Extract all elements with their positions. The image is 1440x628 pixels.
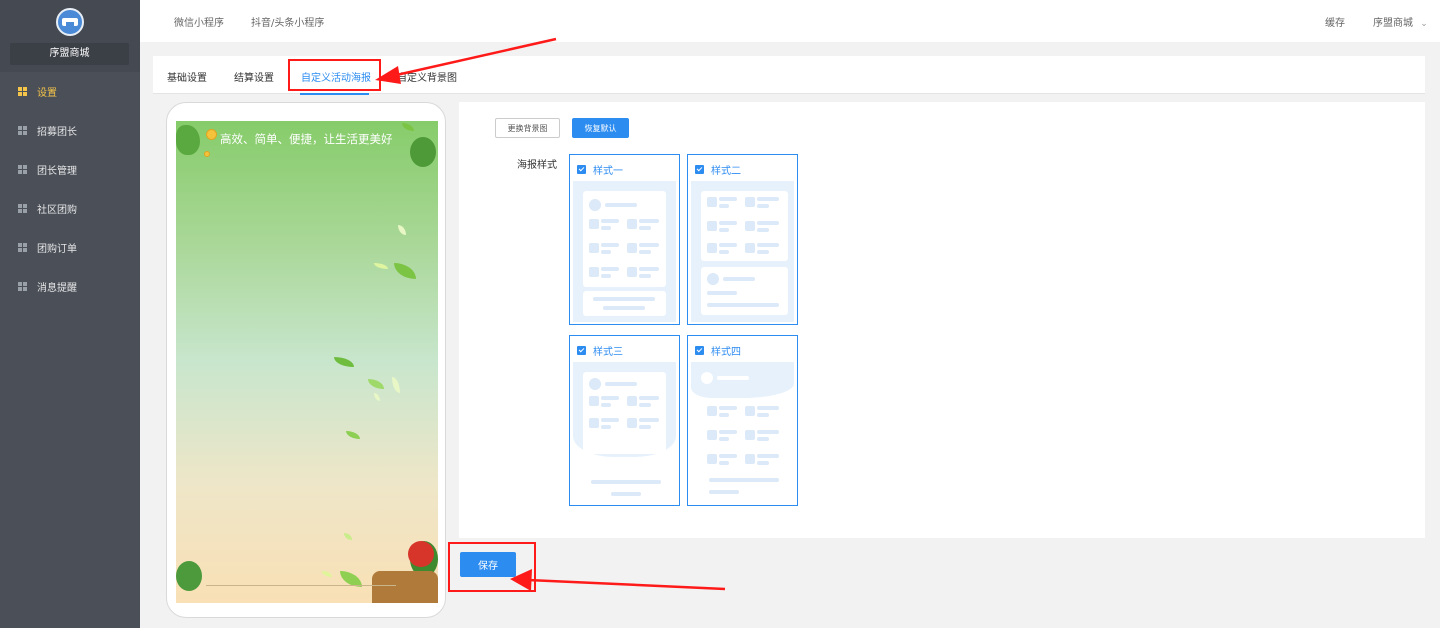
store-name: 序盟商城 bbox=[1373, 18, 1413, 29]
change-background-button[interactable]: 更换背景图 bbox=[495, 118, 560, 138]
coin-icon bbox=[204, 151, 210, 157]
poster-style-option-4[interactable]: 样式四 bbox=[687, 335, 798, 506]
leaf-icon bbox=[394, 263, 416, 279]
store-switcher[interactable]: 序盟商城 ⌄ bbox=[1373, 14, 1428, 29]
sidebar-item-community-group-buy[interactable]: 社区团购 bbox=[0, 189, 140, 228]
restore-default-button[interactable]: 恢复默认 bbox=[572, 118, 629, 138]
poster-style-option-3[interactable]: 样式三 bbox=[569, 335, 680, 506]
grid-icon bbox=[18, 126, 27, 135]
thumb-card bbox=[583, 372, 666, 454]
leaf-icon bbox=[374, 263, 388, 269]
top-bar: 微信小程序 抖音/头条小程序 缓存 序盟商城 ⌄ bbox=[140, 0, 1440, 42]
style-option-label: 样式二 bbox=[711, 166, 741, 177]
leaf-icon bbox=[374, 393, 380, 401]
basket-icon bbox=[372, 571, 438, 603]
style-option-label: 样式一 bbox=[593, 166, 623, 177]
style-thumbnail bbox=[573, 362, 676, 503]
grid-icon bbox=[18, 243, 27, 252]
sidebar-item-label: 设置 bbox=[37, 88, 57, 99]
sidebar-item-settings[interactable]: 设置 bbox=[0, 72, 140, 111]
sidebar-item-label: 团长管理 bbox=[37, 166, 77, 177]
tab-settlement-settings[interactable]: 结算设置 bbox=[234, 69, 274, 84]
style-option-label: 样式三 bbox=[593, 347, 623, 358]
top-link-wechat-miniprogram[interactable]: 微信小程序 bbox=[174, 14, 224, 29]
brand-name: 序盟商城 bbox=[10, 43, 129, 65]
leaf-icon bbox=[334, 357, 354, 367]
leaf-icon bbox=[368, 379, 384, 389]
sidebar-item-label: 社区团购 bbox=[37, 205, 77, 216]
chevron-down-icon: ⌄ bbox=[1420, 19, 1428, 29]
grid-icon bbox=[18, 204, 27, 213]
checkbox-checked-icon[interactable] bbox=[577, 165, 586, 174]
checkbox-checked-icon[interactable] bbox=[695, 346, 704, 355]
thumb-card bbox=[701, 191, 788, 261]
leaf-icon bbox=[346, 431, 360, 439]
grid-icon bbox=[18, 165, 27, 174]
checkbox-checked-icon[interactable] bbox=[577, 346, 586, 355]
poster-background-image: 高效、简单、便捷，让生活更美好 bbox=[176, 121, 438, 603]
poster-style-option-2[interactable]: 样式二 bbox=[687, 154, 798, 325]
style-option-header: 样式二 bbox=[695, 162, 741, 177]
grid-icon bbox=[18, 282, 27, 291]
thumb-card bbox=[701, 267, 788, 315]
tab-basic-settings[interactable]: 基础设置 bbox=[167, 69, 207, 84]
style-thumbnail bbox=[573, 181, 676, 322]
style-option-header: 样式三 bbox=[577, 343, 623, 358]
style-option-header: 样式一 bbox=[577, 162, 623, 177]
lettuce-icon bbox=[176, 125, 200, 155]
annotation-highlight-tab bbox=[288, 59, 381, 91]
sidebar: 序盟商城 设置 招募团长 团长管理 社区团购 团购订单 消息提醒 bbox=[0, 0, 140, 628]
sidebar-item-label: 团购订单 bbox=[37, 244, 77, 255]
herb-icon bbox=[176, 561, 202, 591]
leaf-icon bbox=[398, 225, 406, 235]
sidebar-menu: 设置 招募团长 团长管理 社区团购 团购订单 消息提醒 bbox=[0, 72, 140, 306]
checkbox-checked-icon[interactable] bbox=[695, 165, 704, 174]
sidebar-header: 序盟商城 bbox=[0, 0, 140, 72]
coin-icon bbox=[206, 129, 217, 140]
top-link-douyin-miniprogram[interactable]: 抖音/头条小程序 bbox=[251, 14, 324, 29]
sidebar-item-leader-management[interactable]: 团长管理 bbox=[0, 150, 140, 189]
thumb-card bbox=[583, 291, 666, 316]
leaf-icon bbox=[402, 123, 414, 131]
poster-style-option-1[interactable]: 样式一 bbox=[569, 154, 680, 325]
sidebar-item-group-orders[interactable]: 团购订单 bbox=[0, 228, 140, 267]
store-logo-icon bbox=[56, 8, 84, 36]
sidebar-item-message-reminder[interactable]: 消息提醒 bbox=[0, 267, 140, 306]
poster-style-label: 海报样式 bbox=[517, 160, 557, 171]
sidebar-item-label: 招募团长 bbox=[37, 127, 77, 138]
thumb-card bbox=[583, 191, 666, 287]
broccoli-icon bbox=[410, 137, 436, 167]
tab-custom-background[interactable]: 自定义背景图 bbox=[397, 69, 457, 84]
poster-divider bbox=[206, 585, 396, 586]
style-thumbnail bbox=[691, 362, 794, 503]
phone-preview: 高效、简单、便捷，让生活更美好 bbox=[166, 102, 446, 618]
leaf-icon bbox=[322, 571, 332, 577]
leaf-icon bbox=[344, 533, 352, 540]
style-thumbnail bbox=[691, 181, 794, 322]
sidebar-item-label: 消息提醒 bbox=[37, 283, 77, 294]
cache-button[interactable]: 缓存 bbox=[1325, 14, 1345, 29]
poster-slogan: 高效、简单、便捷，让生活更美好 bbox=[220, 132, 393, 146]
annotation-highlight-save bbox=[448, 542, 536, 592]
active-tab-indicator bbox=[300, 93, 369, 95]
poster-settings-panel: 更换背景图 恢复默认 海报样式 样式一 样式二 样式三 样式四 bbox=[459, 102, 1425, 538]
leaf-icon bbox=[392, 377, 400, 393]
grid-icon bbox=[18, 87, 27, 96]
style-option-label: 样式四 bbox=[711, 347, 741, 358]
tomato-icon bbox=[408, 541, 434, 567]
style-option-header: 样式四 bbox=[695, 343, 741, 358]
sidebar-item-recruit-leader[interactable]: 招募团长 bbox=[0, 111, 140, 150]
